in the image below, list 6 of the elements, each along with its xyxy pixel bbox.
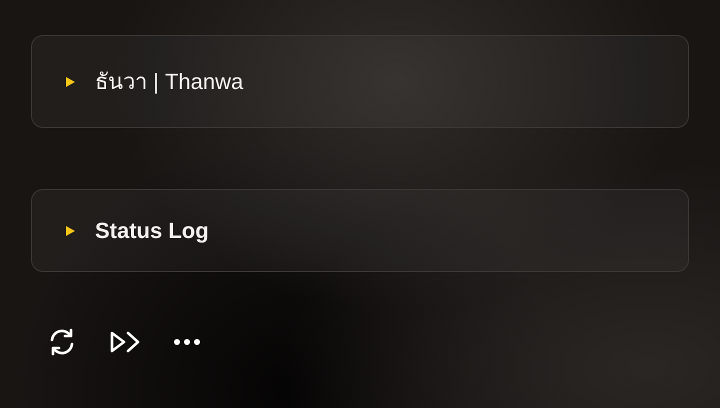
collapsible-panel[interactable]: ธันวา | Thanwa: [31, 35, 689, 128]
more-icon[interactable]: [173, 338, 201, 346]
collapsible-panel[interactable]: Status Log: [31, 189, 689, 272]
panel-title: ธันวา | Thanwa: [95, 68, 244, 96]
fast-forward-icon[interactable]: [109, 330, 141, 354]
panel-title: Status Log: [95, 218, 209, 244]
